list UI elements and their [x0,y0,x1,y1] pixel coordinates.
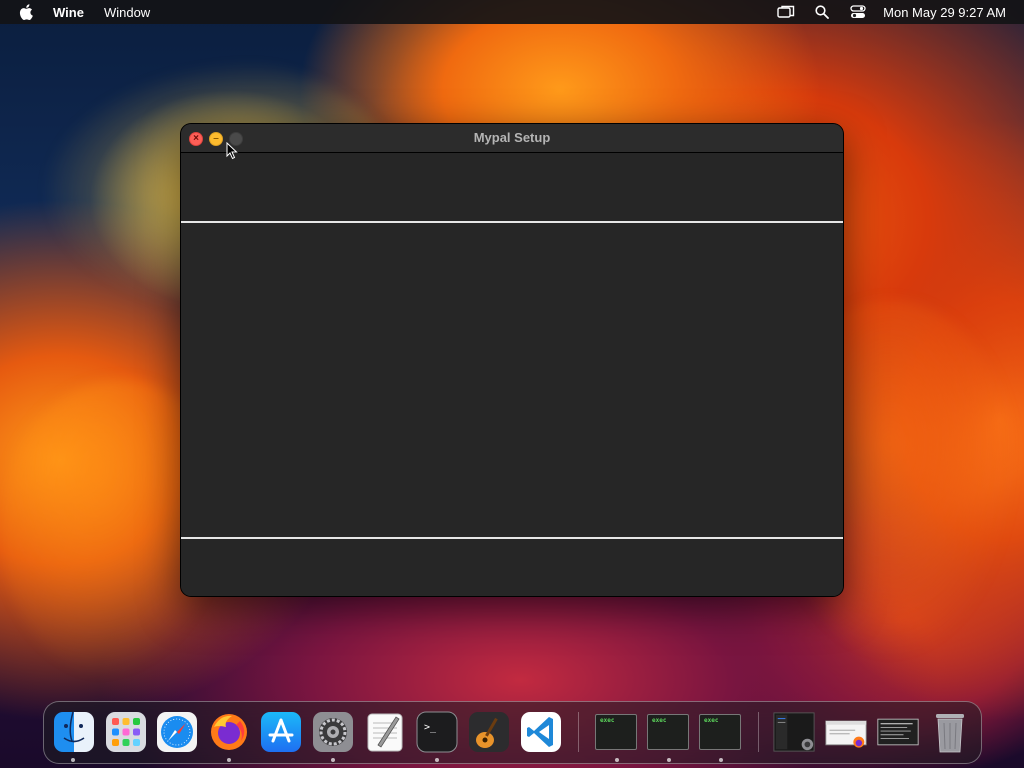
control-center-icon[interactable] [849,5,867,19]
apple-logo-icon[interactable] [18,4,34,20]
trash-icon[interactable] [928,710,972,754]
exec-label: exec [652,717,667,724]
vscode-icon[interactable] [519,710,563,754]
window-titlebar[interactable]: Mypal Setup × – [181,124,843,153]
running-indicator [331,758,335,762]
terminal-prompt-text: >_ [424,722,437,733]
recent-window-thumbnail-1[interactable] [772,710,816,754]
app-store-icon[interactable] [259,710,303,754]
setup-header-panel [181,153,843,221]
minimized-window-exec-2[interactable]: exec [646,710,690,754]
recent-window-thumbnail-2[interactable] [824,710,868,754]
menu-app-name[interactable]: Wine [53,5,84,20]
window-content [181,153,843,596]
dock-separator [578,712,579,752]
exec-label: exec [600,717,615,724]
mouse-cursor-icon [226,141,238,160]
finder-icon[interactable] [52,710,96,754]
minimize-icon: – [213,133,219,144]
textedit-icon[interactable] [363,710,407,754]
running-indicator [615,758,619,762]
running-indicator [719,758,723,762]
running-indicator [667,758,671,762]
system-preferences-icon[interactable] [311,710,355,754]
menu-item-window[interactable]: Window [104,5,150,20]
close-button[interactable]: × [189,132,203,146]
firefox-icon[interactable] [207,710,251,754]
setup-content-panel [181,223,843,537]
status-area: Mon May 29 9:27 AM [759,5,1006,20]
minimized-window-exec-1[interactable]: exec [594,710,638,754]
terminal-icon[interactable]: >_ [415,710,459,754]
exec-label: exec [704,717,719,724]
screen-mirroring-icon[interactable] [777,5,795,19]
dock-separator [758,712,759,752]
running-indicator [435,758,439,762]
running-indicator [71,758,75,762]
dock: >_ exec exec exec [43,701,982,764]
setup-window: Mypal Setup × – [181,124,843,596]
garageband-icon[interactable] [467,710,511,754]
minimized-window-exec-3[interactable]: exec [698,710,742,754]
window-title: Mypal Setup [473,130,551,145]
close-icon: × [193,133,199,144]
menu-bar-clock[interactable]: Mon May 29 9:27 AM [883,5,1006,20]
launchpad-icon[interactable] [104,710,148,754]
setup-footer-panel [181,539,843,596]
menu-bar: Wine Window Mon May 29 9:27 AM [0,0,1024,24]
minimize-button[interactable]: – [209,132,223,146]
running-indicator [227,758,231,762]
search-icon[interactable] [813,5,831,19]
safari-icon[interactable] [155,710,199,754]
recent-window-thumbnail-3[interactable] [876,710,920,754]
